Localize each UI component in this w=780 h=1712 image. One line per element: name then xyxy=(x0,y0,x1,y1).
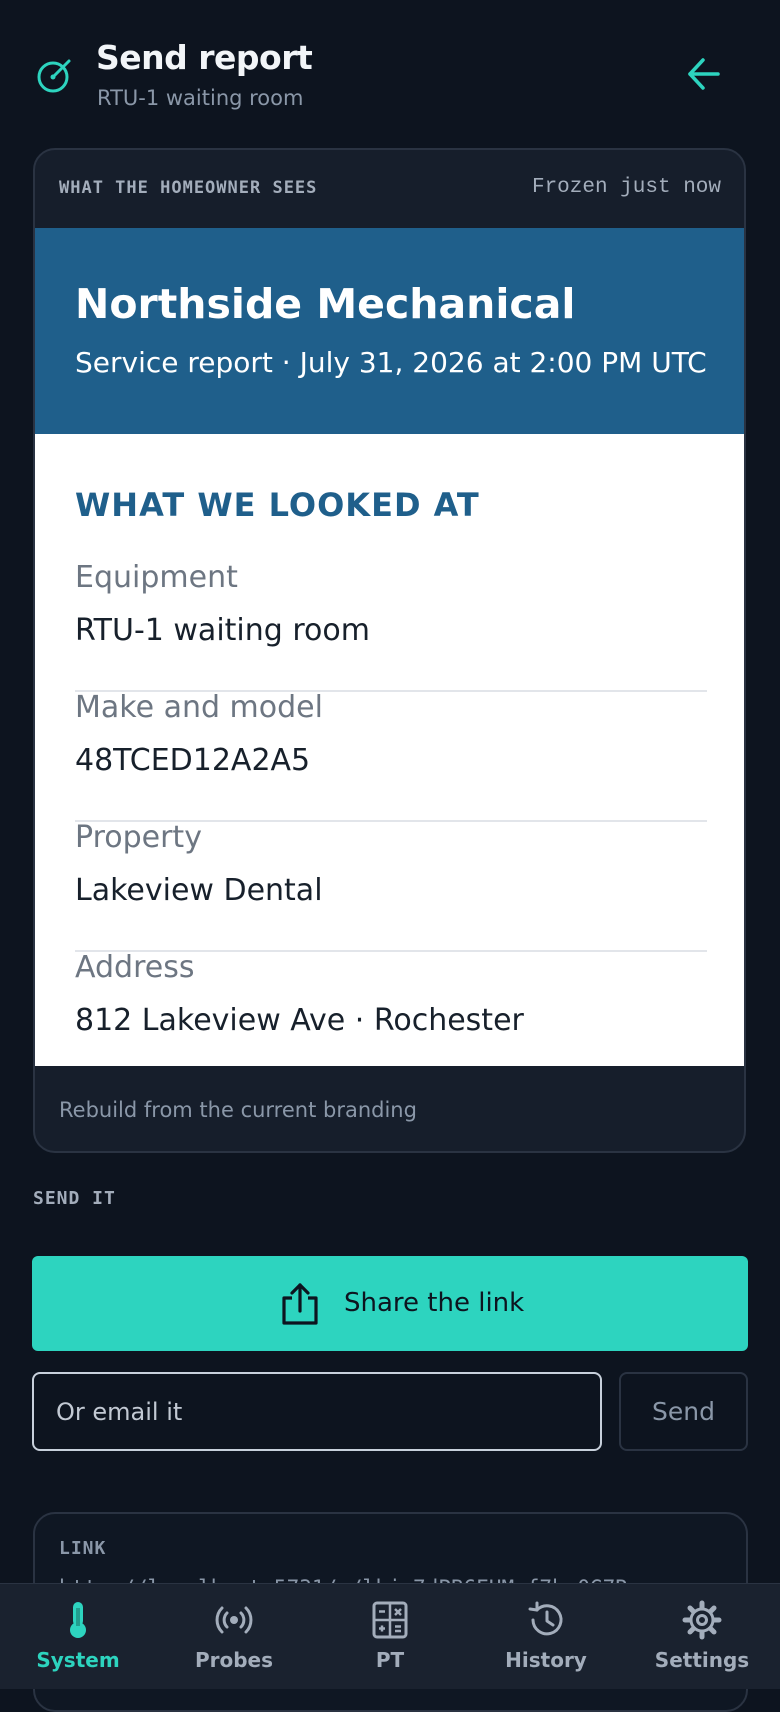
detail-value: Lakeview Dental xyxy=(75,873,323,908)
detail-label: Make and model xyxy=(75,690,323,725)
detail-value: 48TCED12A2A5 xyxy=(75,743,311,778)
detail-value: 812 Lakeview Ave · Rochester xyxy=(75,1003,524,1038)
nav-item-history[interactable]: History xyxy=(468,1584,624,1689)
nav-item-pt[interactable]: PT xyxy=(312,1584,468,1689)
email-input[interactable] xyxy=(32,1372,602,1451)
detail-label: Equipment xyxy=(75,560,238,595)
share-icon xyxy=(282,1283,318,1325)
detail-row-equipment: Equipment RTU-1 waiting room xyxy=(75,560,707,692)
calculator-icon xyxy=(372,1601,408,1639)
preview-label: WHAT THE HOMEOWNER SEES xyxy=(59,178,318,198)
share-link-label: Share the link xyxy=(344,1288,525,1318)
nav-label: System xyxy=(36,1648,120,1672)
section-title: WHAT WE LOOKED AT xyxy=(75,486,480,524)
nav-item-probes[interactable]: Probes xyxy=(156,1584,312,1689)
wireless-probe-icon xyxy=(215,1606,253,1634)
bottom-nav: System Probes PT History Settings xyxy=(0,1583,780,1689)
report-preview-card: WHAT THE HOMEOWNER SEES Frozen just now … xyxy=(33,148,746,1153)
history-icon xyxy=(528,1601,563,1636)
page-title: Send report xyxy=(96,38,313,77)
detail-value: RTU-1 waiting room xyxy=(75,613,370,648)
brand-banner: Northside Mechanical Service report · Ju… xyxy=(35,228,744,434)
send-section-label: SEND IT xyxy=(33,1188,116,1209)
nav-label: Probes xyxy=(194,1648,274,1672)
nav-label: History xyxy=(505,1648,587,1672)
frozen-status: Frozen just now xyxy=(531,176,721,199)
gauge-icon xyxy=(37,59,71,93)
company-name: Northside Mechanical xyxy=(75,280,576,328)
back-arrow-icon[interactable] xyxy=(686,56,722,92)
send-email-button[interactable]: Send xyxy=(619,1372,748,1451)
preview-card-header: WHAT THE HOMEOWNER SEES Frozen just now xyxy=(35,150,744,229)
detail-row-property: Property Lakeview Dental xyxy=(75,820,707,952)
detail-row-address: Address 812 Lakeview Ave · Rochester xyxy=(75,950,707,1080)
share-link-button[interactable]: Share the link xyxy=(32,1256,748,1351)
page-subtitle: RTU-1 waiting room xyxy=(97,86,304,110)
report-date-line: Service report · July 31, 2026 at 2:00 P… xyxy=(75,346,707,379)
report-sheet: WHAT WE LOOKED AT Equipment RTU-1 waitin… xyxy=(35,434,744,1066)
app-header: Send report RTU-1 waiting room xyxy=(0,0,780,140)
nav-item-system[interactable]: System xyxy=(0,1584,156,1689)
detail-label: Address xyxy=(75,950,195,985)
nav-label: Settings xyxy=(654,1648,750,1672)
rebuild-branding-link[interactable]: Rebuild from the current branding xyxy=(59,1098,417,1122)
thermometer-icon xyxy=(70,1602,86,1638)
nav-label: PT xyxy=(375,1648,405,1672)
nav-item-settings[interactable]: Settings xyxy=(624,1584,780,1689)
link-label: LINK xyxy=(59,1538,107,1559)
detail-row-make-model: Make and model 48TCED12A2A5 xyxy=(75,690,707,822)
detail-label: Property xyxy=(75,820,202,855)
gear-icon xyxy=(682,1600,722,1640)
